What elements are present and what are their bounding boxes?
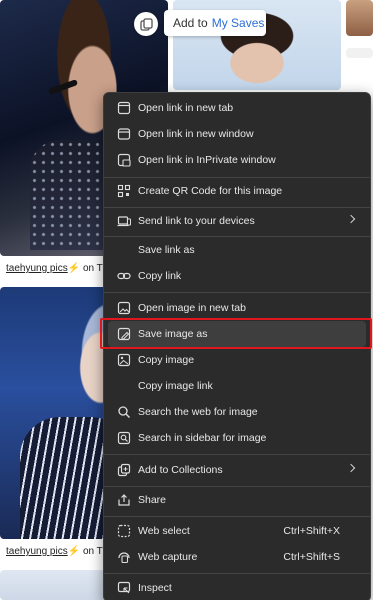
result-caption-2[interactable]: taehyung pics⚡ on T — [6, 546, 103, 557]
menu-item-web-select[interactable]: Web select Ctrl+Shift+X — [108, 518, 366, 544]
collections-icon — [117, 463, 131, 477]
menu-divider — [104, 573, 370, 574]
menu-item-copy-image[interactable]: Copy image — [108, 347, 366, 373]
collections-icon — [139, 17, 153, 31]
search-icon — [118, 406, 130, 418]
save-image-icon — [117, 327, 131, 341]
link-icon — [117, 272, 131, 280]
menu-item-open-image-new-tab[interactable]: Open image in new tab — [108, 295, 366, 321]
menu-item-label: Open link in InPrivate window — [138, 154, 276, 166]
devices-icon — [117, 216, 131, 227]
new-tab-icon — [117, 101, 131, 115]
menu-item-inspect[interactable]: Inspect — [108, 575, 366, 600]
menu-divider — [104, 292, 370, 293]
menu-divider — [104, 516, 370, 517]
menu-item-search-sidebar-for-image[interactable]: Search in sidebar for image — [108, 425, 366, 451]
image-new-tab-icon — [117, 301, 131, 315]
result-image-3-lower[interactable] — [346, 48, 373, 58]
menu-item-create-qr-code[interactable]: Create QR Code for this image — [108, 178, 366, 204]
menu-item-open-link-inprivate[interactable]: Open link in InPrivate window — [108, 147, 366, 173]
copy-image-icon — [117, 353, 131, 367]
my-saves-label: My Saves — [211, 16, 265, 30]
add-to-label: Add to — [173, 16, 208, 30]
inspect-icon — [117, 581, 131, 594]
menu-item-web-capture[interactable]: Web capture Ctrl+Shift+S — [108, 544, 366, 570]
menu-item-copy-image-link[interactable]: Copy image link — [108, 373, 366, 399]
menu-item-label: Send link to your devices — [138, 215, 255, 227]
menu-item-open-link-new-window[interactable]: Open link in new window — [108, 121, 366, 147]
menu-item-label: Open link in new tab — [138, 102, 234, 114]
menu-item-label: Copy link — [138, 270, 182, 282]
web-capture-icon — [118, 552, 130, 564]
inprivate-icon — [117, 153, 131, 167]
menu-item-label: Share — [138, 494, 167, 506]
menu-item-label: Add to Collections — [138, 464, 223, 476]
menu-item-shortcut: Ctrl+Shift+X — [283, 525, 340, 537]
menu-item-label: Save image as — [138, 328, 208, 340]
menu-item-save-image-as[interactable]: Save image as — [108, 321, 366, 347]
menu-item-label: Save link as — [138, 244, 195, 256]
share-icon — [118, 494, 130, 506]
menu-item-open-link-new-tab[interactable]: Open link in new tab — [108, 95, 366, 121]
caption-source: ⚡ on T — [67, 263, 103, 274]
menu-item-label: Create QR Code for this image — [138, 185, 283, 197]
result-image-3[interactable] — [346, 0, 373, 36]
menu-item-label: Inspect — [138, 582, 172, 594]
caption-link[interactable]: taehyung pics — [6, 546, 68, 557]
menu-item-label: Open link in new window — [138, 128, 254, 140]
result-caption-1[interactable]: taehyung pics⚡ on T — [6, 263, 103, 274]
menu-item-share[interactable]: Share — [108, 487, 366, 513]
menu-divider — [104, 454, 370, 455]
visual-search-button[interactable] — [134, 12, 158, 36]
menu-item-add-to-collections[interactable]: Add to Collections — [108, 457, 366, 483]
menu-item-label: Web select — [138, 525, 190, 537]
web-select-icon — [117, 524, 131, 538]
sidebar-search-icon — [117, 431, 131, 445]
menu-item-shortcut: Ctrl+Shift+S — [283, 551, 340, 563]
caption-source: ⚡ on T — [67, 546, 103, 557]
menu-item-label: Copy image link — [138, 380, 213, 392]
menu-item-label: Open image in new tab — [138, 302, 246, 314]
add-to-my-saves-button[interactable]: Add to My Saves — [164, 10, 266, 36]
menu-item-copy-link[interactable]: Copy link — [108, 263, 366, 289]
chevron-right-icon — [346, 214, 356, 224]
chevron-right-icon — [346, 463, 356, 473]
microphone — [47, 79, 79, 95]
caption-link[interactable]: taehyung pics — [6, 263, 68, 274]
qr-code-icon — [117, 184, 131, 198]
menu-item-send-link-to-devices[interactable]: Send link to your devices — [108, 208, 366, 234]
menu-item-label: Copy image — [138, 354, 195, 366]
menu-item-label: Search in sidebar for image — [138, 432, 267, 444]
menu-item-save-link-as[interactable]: Save link as — [108, 237, 366, 263]
menu-item-label: Search the web for image — [138, 406, 258, 418]
context-menu: Open link in new tab Open link in new wi… — [103, 92, 371, 600]
menu-item-search-web-for-image[interactable]: Search the web for image — [108, 399, 366, 425]
menu-item-label: Web capture — [138, 551, 198, 563]
new-window-icon — [117, 128, 131, 140]
